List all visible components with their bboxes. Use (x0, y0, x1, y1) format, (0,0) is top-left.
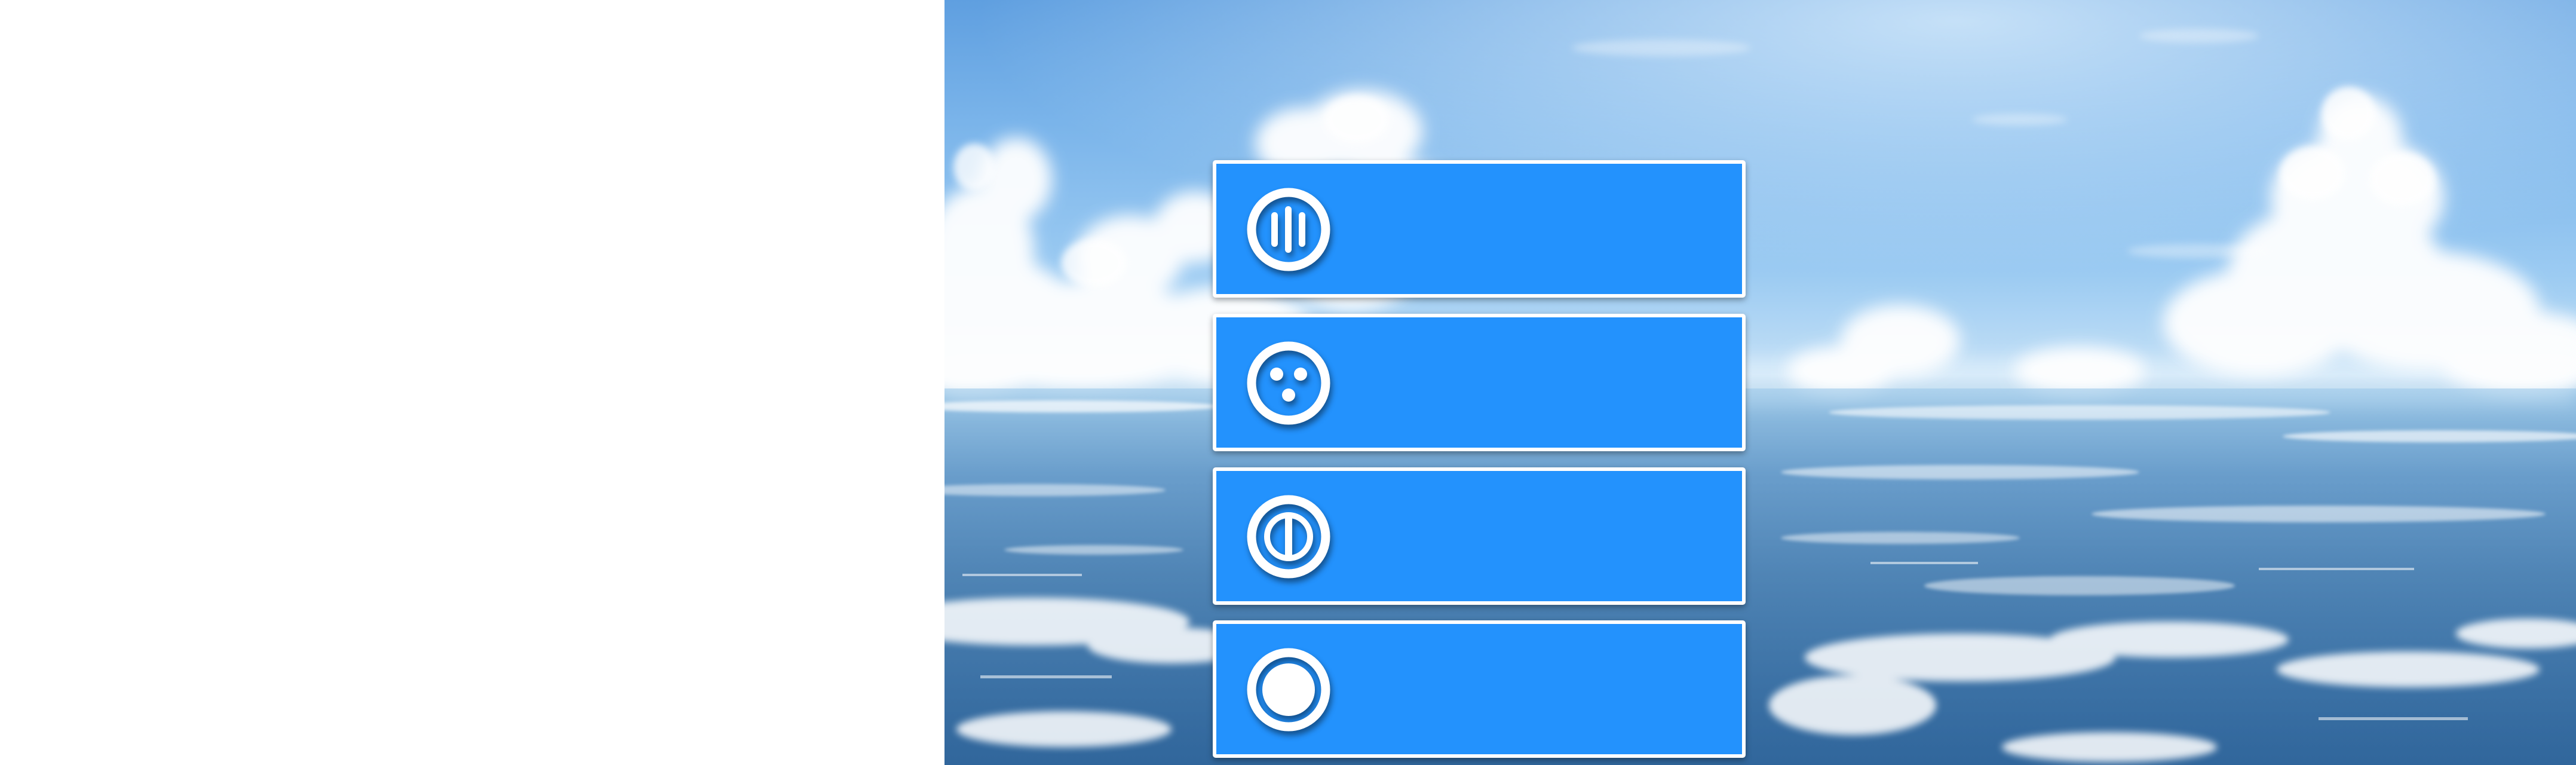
game-screen (0, 0, 2576, 765)
menu-button-1[interactable] (1213, 160, 1746, 298)
blank-side-panel (0, 0, 944, 765)
background-art (944, 0, 2576, 765)
three-dots-circle-icon (1247, 341, 1330, 425)
three-bars-circle-icon (1247, 188, 1330, 271)
ocean-sky-background (944, 0, 2576, 765)
split-circle-icon (1247, 495, 1330, 579)
menu-button-2[interactable] (1213, 314, 1746, 451)
filled-circle-icon (1247, 648, 1330, 732)
menu-button-3[interactable] (1213, 467, 1746, 605)
menu-button-4[interactable] (1213, 620, 1746, 758)
